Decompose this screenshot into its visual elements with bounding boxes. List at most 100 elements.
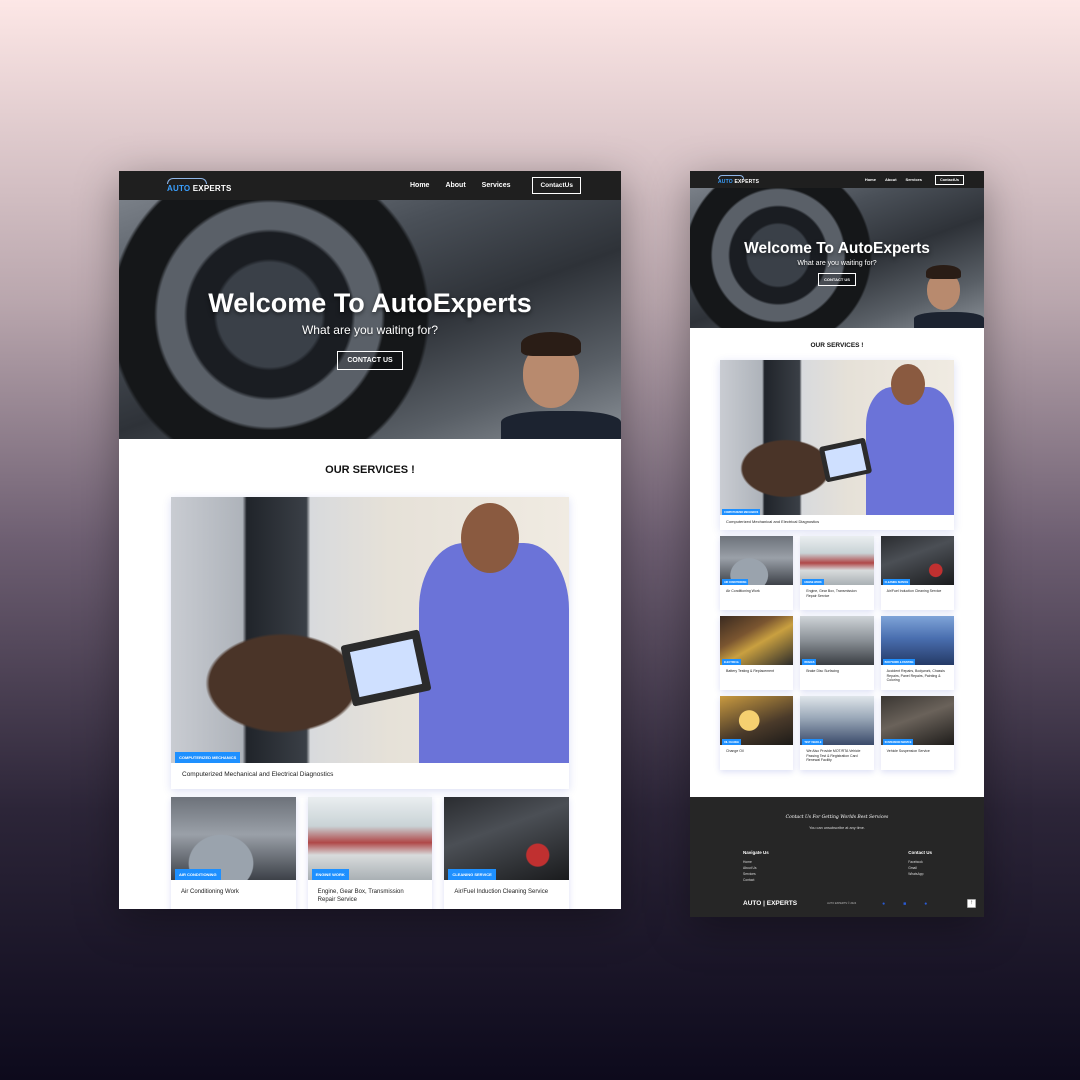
service-caption: We Also Provide MOT/RTA Vehicle Passing … (806, 749, 861, 763)
service-card[interactable]: AIR CONDITIONING Air Conditioning Work (720, 536, 794, 610)
service-caption: Computerized Mechanical and Electrical D… (182, 771, 334, 778)
service-badge: AIR CONDITIONING (175, 869, 221, 880)
service-badge: SUSPENSION SERVICE (882, 739, 914, 745)
service-image: CLEANING SERVICE (444, 797, 569, 880)
services-title: OUR SERVICES ! (810, 342, 864, 349)
service-badge: BODYWORK & PAINTING (882, 659, 916, 665)
service-card[interactable]: CLEANING SERVICE Air/Fuel Induction Clea… (444, 797, 569, 909)
service-image: CLEANING SERVICE (880, 536, 954, 585)
service-image: TEST VEHICLE (800, 696, 874, 745)
service-card[interactable]: AIR CONDITIONING Air Conditioning Work (171, 797, 296, 909)
hero-title: Welcome To AutoExperts (744, 240, 930, 257)
hero-subtitle: What are you waiting for? (301, 323, 439, 337)
diagnostics-image: COMPUTERIZED MECHANICS (171, 497, 569, 763)
nav-links: Home About Services ContactUs (410, 177, 581, 194)
nav-contact-button[interactable]: ContactUs (532, 177, 581, 194)
logo-experts: EXPERTS (734, 178, 760, 185)
service-badge: CLEANING SERVICE (448, 869, 496, 880)
hero-title: Welcome To AutoExperts (208, 288, 532, 318)
service-caption: Air/Fuel Induction Cleaning Service (454, 889, 549, 895)
service-caption: Accident Repairs, Bodywork, Chassis Repa… (886, 669, 945, 683)
service-badge: Engine Work (311, 869, 349, 880)
footer-navigate-heading: Navigate Us (743, 850, 769, 855)
services-grid: AIR CONDITIONING Air Conditioning Work En… (720, 536, 954, 770)
logo-auto: AUTO (718, 178, 733, 185)
featured-service-card[interactable]: COMPUTERIZED MECHANICS Computerized Mech… (171, 497, 569, 789)
footer-contact: Contact Us Facebook Gmail WhatsApp (908, 850, 932, 883)
service-badge: AIR CONDITIONING (722, 579, 749, 585)
tablet-mockup: AUTO EXPERTS Home About Services Contact… (690, 171, 984, 917)
service-badge: COMPUTERIZED MECHANICS (175, 752, 241, 763)
service-badge: BRAKES (802, 659, 817, 665)
service-card[interactable]: TEST VEHICLE We Also Provide MOT/RTA Vehi… (800, 696, 874, 770)
navbar: AUTO EXPERTS Home About Services Contact… (690, 171, 984, 188)
nav-about[interactable]: About (885, 177, 897, 182)
hero-contact-button[interactable]: CONTACT US (337, 351, 403, 370)
service-caption: Battery Testing & Replacement (726, 669, 774, 673)
service-caption: Engine, Gear Box, Transmission Repair Se… (317, 889, 404, 904)
service-caption: Engine, Gear Box, Transmission Repair Se… (806, 589, 857, 598)
footer-link-contact[interactable]: Contact (743, 877, 769, 883)
nav-about[interactable]: About (445, 182, 465, 189)
service-image: Engine Work (307, 797, 433, 880)
service-badge: ELECTRICAL (722, 659, 742, 665)
nav-links: Home About Services ContactUs (865, 174, 964, 185)
service-image: OIL CHANGE (720, 696, 794, 745)
whatsapp-icon[interactable]: ● (924, 901, 927, 907)
service-card[interactable]: Engine Work Engine, Gear Box, Transmissio… (800, 536, 874, 610)
service-image: Engine Work (800, 536, 874, 585)
service-badge: Engine Work (802, 579, 824, 585)
hero-section: Welcome To AutoExperts What are you wait… (119, 200, 621, 439)
nav-home[interactable]: Home (865, 177, 876, 182)
logo-experts: EXPERTS (192, 184, 232, 193)
service-card[interactable]: BRAKES Brake Disc Surfacing (800, 616, 874, 690)
logo[interactable]: AUTO EXPERTS (167, 178, 232, 193)
services-title: OUR SERVICES ! (325, 464, 415, 476)
service-card[interactable]: OIL CHANGE Change Oil (720, 696, 794, 770)
hero-contact-button[interactable]: CONTACT US (818, 273, 856, 286)
service-badge: COMPUTERIZED MECHANICS (722, 509, 761, 515)
navbar: AUTO EXPERTS Home About Services Contact… (119, 171, 621, 200)
footer-subtitle: You can unsubscribe at any time. (809, 826, 865, 830)
footer: Contact Us For Getting Worlds Best Servi… (690, 797, 984, 917)
service-image: SUSPENSION SERVICE (880, 696, 954, 745)
featured-service-card[interactable]: COMPUTERIZED MECHANICS Computerized Mech… (720, 360, 954, 530)
service-image: AIR CONDITIONING (171, 797, 296, 880)
services-grid: AIR CONDITIONING Air Conditioning Work E… (171, 797, 569, 909)
service-caption: Air/Fuel Induction Cleaning Service (886, 589, 942, 593)
logo-auto: AUTO (167, 184, 191, 193)
mail-icon[interactable]: ■ (903, 901, 906, 907)
scroll-to-top-button[interactable]: ↑ (967, 899, 976, 908)
service-image: BRAKES (800, 616, 874, 665)
service-card[interactable]: BODYWORK & PAINTING Accident Repairs, Bod… (880, 616, 954, 690)
service-card[interactable]: Engine Work Engine, Gear Box, Transmissi… (307, 797, 433, 909)
service-image: BODYWORK & PAINTING (880, 616, 954, 665)
service-image: ELECTRICAL (720, 616, 794, 665)
service-caption: Air Conditioning Work (726, 589, 760, 593)
service-card[interactable]: CLEANING SERVICE Air/Fuel Induction Clean… (880, 536, 954, 610)
service-caption: Change Oil (726, 749, 744, 753)
footer-navigate: Navigate Us Home About Us Services Conta… (743, 850, 769, 883)
footer-link-whatsapp[interactable]: WhatsApp (908, 871, 932, 877)
service-card[interactable]: ELECTRICAL Battery Testing & Replacement (720, 616, 794, 690)
nav-contact-button[interactable]: ContactUs (935, 174, 964, 185)
nav-home[interactable]: Home (410, 182, 429, 189)
nav-services[interactable]: Services (906, 177, 922, 182)
nav-services[interactable]: Services (482, 182, 511, 189)
service-caption: Air Conditioning Work (181, 889, 239, 895)
diagnostics-image: COMPUTERIZED MECHANICS (720, 360, 954, 515)
logo[interactable]: AUTO EXPERTS (718, 174, 760, 185)
service-badge: TEST VEHICLE (802, 739, 824, 745)
service-caption: Computerized Mechanical and Electrical D… (726, 519, 820, 524)
facebook-icon[interactable]: ● (882, 901, 885, 907)
service-caption: Brake Disc Surfacing (806, 669, 840, 673)
service-card[interactable]: SUSPENSION SERVICE Vehicle Suspension Ser… (880, 696, 954, 770)
footer-logo[interactable]: AUTO | EXPERTS (743, 900, 797, 907)
footer-title: Contact Us For Getting Worlds Best Servi… (785, 815, 889, 820)
desktop-mockup: AUTO EXPERTS Home About Services Contact… (119, 171, 621, 909)
hero-section: Welcome To AutoExperts What are you wait… (690, 188, 984, 328)
footer-contact-heading: Contact Us (908, 850, 932, 855)
hero-subtitle: What are you waiting for? (797, 260, 877, 267)
service-caption: Vehicle Suspension Service (886, 749, 930, 753)
service-badge: CLEANING SERVICE (882, 579, 911, 585)
